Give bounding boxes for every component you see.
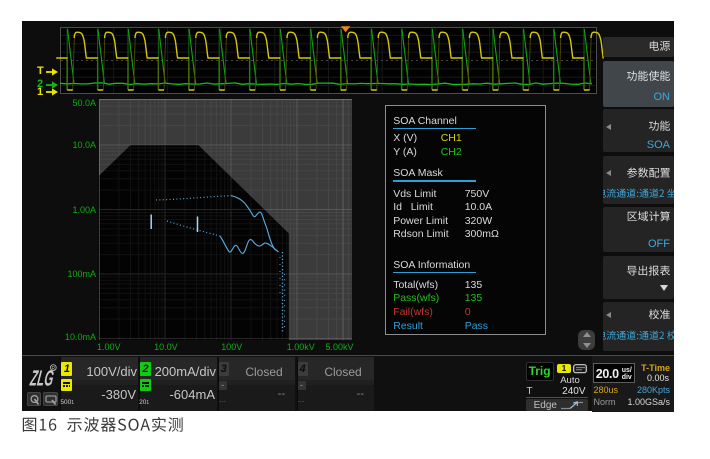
svg-text:R: R (51, 366, 55, 372)
